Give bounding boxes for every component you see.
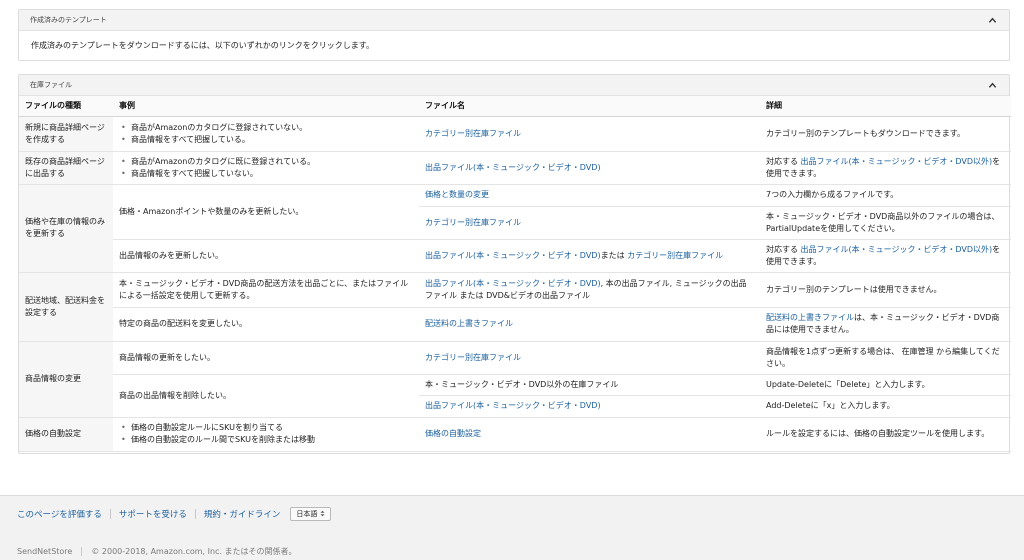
- table-row: 特定の商品の配送料を変更したい。 配送料の上書きファイル 配送料の上書きファイル…: [19, 307, 1011, 342]
- column-header-details: 詳細: [760, 96, 1011, 117]
- file-type-cell: 新規に商品詳細ページを作成する: [19, 116, 113, 152]
- example-cell: 本・ミュージック・ビデオ・DVD商品の配送方法を出品ごとに、またはファイルによる…: [113, 272, 419, 308]
- file-type-cell: 配送地域、配送料金を設定する: [19, 272, 113, 342]
- filename-cell: 出品ファイル(本・ミュージック・ビデオ・DVD): [419, 151, 760, 185]
- file-link[interactable]: 出品ファイル(本・ミュージック・ビデオ・DVD): [425, 251, 601, 260]
- table-row: 配送地域、配送料金を設定する 本・ミュージック・ビデオ・DVD商品の配送方法を出…: [19, 272, 1011, 342]
- details-cell: 7つの入力欄から成るファイルです。: [760, 184, 1011, 207]
- templates-panel-header[interactable]: 作成済みのテンプレート: [19, 10, 1009, 31]
- example-bullet: 商品情報をすべて把握していない。: [119, 168, 413, 180]
- templates-description: 作成済みのテンプレートをダウンロードするには、以下のいずれかのリンクをクリックし…: [31, 41, 374, 50]
- example-cell: 商品の出品情報を削除したい。: [113, 374, 419, 418]
- column-header-example: 事例: [113, 96, 419, 117]
- language-label: 日本語: [296, 510, 318, 518]
- inventory-files-table: ファイルの種類 事例 ファイル名 詳細 新規に商品詳細ページを作成する 商品がA…: [19, 96, 1011, 452]
- detail-link[interactable]: 出品ファイル(本・ミュージック・ビデオ・DVD以外): [801, 245, 993, 254]
- example-cell: 商品がAmazonのカタログに登録されていない。 商品情報をすべて把握している。: [113, 116, 419, 152]
- file-link[interactable]: 出品ファイル(本・ミュージック・ビデオ・DVD): [425, 279, 601, 288]
- file-link[interactable]: 出品ファイル(本・ミュージック・ビデオ・DVD): [425, 163, 601, 172]
- details-cell: 配送料の上書きファイルは、本・ミュージック・ビデオ・DVD商品には使用できません…: [760, 307, 1011, 342]
- table-row: 既存の商品詳細ページに出品する 商品がAmazonのカタログに既に登録されている…: [19, 151, 1011, 185]
- store-name: SendNetStore: [17, 547, 73, 556]
- detail-link[interactable]: 出品ファイル(本・ミュージック・ビデオ・DVD以外): [801, 157, 993, 166]
- example-cell: 価格の自動設定ルールにSKUを割り当てる 価格の自動設定のルール間でSKUを削除…: [113, 417, 419, 452]
- table-row: 出品情報のみを更新したい。 出品ファイル(本・ミュージック・ビデオ・DVD)また…: [19, 239, 1011, 273]
- get-support-link[interactable]: サポートを受ける: [119, 508, 187, 520]
- file-link[interactable]: 配送料の上書きファイル: [425, 319, 513, 328]
- details-cell: 商品情報を1点ずつ更新する場合は、 在庫管理 から編集してください。: [760, 341, 1011, 375]
- copyright-row: SendNetStore © 2000-2018, Amazon.com, In…: [17, 546, 297, 557]
- footer-links: このページを評価する サポートを受ける 規約・ガイドライン 日本語: [17, 507, 332, 521]
- example-bullet: 価格の自動設定のルール間でSKUを削除または移動: [119, 434, 413, 446]
- example-cell: 特定の商品の配送料を変更したい。: [113, 307, 419, 342]
- detail-link[interactable]: 配送料の上書きファイル: [766, 313, 854, 322]
- file-link[interactable]: 価格と数量の変更: [425, 190, 489, 199]
- details-cell: カテゴリー別のテンプレートは使用できません。: [760, 272, 1011, 308]
- templates-panel: 作成済みのテンプレート 作成済みのテンプレートをダウンロードするには、以下のいず…: [18, 9, 1010, 61]
- example-cell: 価格・Amazonポイントや数量のみを更新したい。: [113, 184, 419, 240]
- filename-cell: 価格と数量の変更: [419, 184, 760, 207]
- divider: [81, 547, 83, 556]
- table-row: 商品情報の変更 商品情報の更新をしたい。 カテゴリー別在庫ファイル 商品情報を1…: [19, 341, 1011, 418]
- filename-cell: カテゴリー別在庫ファイル: [419, 341, 760, 375]
- table-row: 商品の出品情報を削除したい。 本・ミュージック・ビデオ・DVD以外の在庫ファイル…: [19, 374, 1011, 418]
- filename-cell: 価格の自動設定: [419, 417, 760, 452]
- rate-page-link[interactable]: このページを評価する: [17, 508, 102, 520]
- example-cell: 商品がAmazonのカタログに既に登録されている。 商品情報をすべて把握していな…: [113, 151, 419, 185]
- details-cell: ルールを設定するには、価格の自動設定ツールを使用します。: [760, 417, 1011, 452]
- example-bullet: 価格の自動設定ルールにSKUを割り当てる: [119, 422, 413, 434]
- file-link[interactable]: カテゴリー別在庫ファイル: [425, 353, 521, 362]
- filename-cell: 出品ファイル(本・ミュージック・ビデオ・DVD): [419, 395, 760, 418]
- inventory-files-panel: 在庫ファイル ファイルの種類 事例 ファイル名 詳細 新規に商品詳細ページを作成…: [18, 74, 1011, 454]
- file-link[interactable]: 出品ファイル(本・ミュージック・ビデオ・DVD): [425, 401, 601, 410]
- detail-text: 対応する: [766, 156, 801, 166]
- filename-text: または: [600, 250, 628, 260]
- filename-cell: 出品ファイル(本・ミュージック・ビデオ・DVD)または カテゴリー別在庫ファイル: [419, 239, 760, 273]
- inventory-panel-title: 在庫ファイル: [30, 81, 72, 89]
- example-bullet: 商品情報をすべて把握している。: [119, 134, 413, 146]
- filename-cell: カテゴリー別在庫ファイル: [419, 116, 760, 152]
- file-type-cell: 価格の自動設定: [19, 417, 113, 452]
- file-type-cell: 商品情報の変更: [19, 341, 113, 418]
- chevron-up-icon[interactable]: [985, 78, 999, 92]
- column-header-filename: ファイル名: [419, 96, 760, 117]
- example-cell: 出品情報のみを更新したい。: [113, 239, 419, 273]
- page-footer: このページを評価する サポートを受ける 規約・ガイドライン 日本語 SendNe…: [0, 495, 1024, 560]
- details-cell: カテゴリー別のテンプレートもダウンロードできます。: [760, 116, 1011, 152]
- policies-link[interactable]: 規約・ガイドライン: [204, 508, 281, 520]
- details-cell: 対応する 出品ファイル(本・ミュージック・ビデオ・DVD以外)を使用できます。: [760, 151, 1011, 185]
- table-row: 価格の自動設定 価格の自動設定ルールにSKUを割り当てる 価格の自動設定のルール…: [19, 417, 1011, 452]
- file-type-cell: 価格や在庫の情報のみを更新する: [19, 184, 113, 273]
- detail-text: 対応する: [766, 244, 801, 254]
- file-type-cell: 既存の商品詳細ページに出品する: [19, 151, 113, 185]
- inventory-panel-header[interactable]: 在庫ファイル: [19, 75, 1009, 96]
- filename-cell: カテゴリー別在庫ファイル: [419, 206, 760, 240]
- file-link[interactable]: 価格の自動設定: [425, 429, 481, 438]
- chevron-up-icon[interactable]: [985, 13, 999, 27]
- divider: [194, 509, 196, 519]
- example-bullet: 商品がAmazonのカタログに既に登録されている。: [119, 156, 413, 168]
- table-row: 新規に商品詳細ページを作成する 商品がAmazonのカタログに登録されていない。…: [19, 116, 1011, 152]
- filename-cell: 配送料の上書きファイル: [419, 307, 760, 342]
- details-cell: Add-Deleteに「x」と入力します。: [760, 395, 1011, 418]
- example-bullet: 商品がAmazonのカタログに登録されていない。: [119, 122, 413, 134]
- divider: [109, 509, 111, 519]
- language-select[interactable]: 日本語: [290, 507, 332, 521]
- templates-panel-title: 作成済みのテンプレート: [30, 16, 107, 24]
- table-header-row: ファイルの種類 事例 ファイル名 詳細: [19, 96, 1011, 117]
- column-header-type: ファイルの種類: [19, 96, 113, 117]
- file-link[interactable]: カテゴリー別在庫ファイル: [425, 129, 521, 138]
- updown-arrows-icon: [320, 510, 325, 519]
- details-cell: 本・ミュージック・ビデオ・DVD商品以外のファイルの場合は、PartialUpd…: [760, 206, 1011, 240]
- example-cell: 商品情報の更新をしたい。: [113, 341, 419, 375]
- filename-cell: 本・ミュージック・ビデオ・DVD以外の在庫ファイル: [419, 374, 760, 396]
- file-link[interactable]: カテゴリー別在庫ファイル: [627, 251, 723, 260]
- details-cell: Update-Deleteに「Delete」と入力します。: [760, 374, 1011, 396]
- copyright-text: © 2000-2018, Amazon.com, Inc. またはその関係者。: [91, 547, 297, 556]
- details-cell: 対応する 出品ファイル(本・ミュージック・ビデオ・DVD以外)を使用できます。: [760, 239, 1011, 273]
- filename-cell: 出品ファイル(本・ミュージック・ビデオ・DVD), 本の出品ファイル, ミュージ…: [419, 272, 760, 308]
- table-row: 価格や在庫の情報のみを更新する 価格・Amazonポイントや数量のみを更新したい…: [19, 184, 1011, 273]
- file-link[interactable]: カテゴリー別在庫ファイル: [425, 218, 521, 227]
